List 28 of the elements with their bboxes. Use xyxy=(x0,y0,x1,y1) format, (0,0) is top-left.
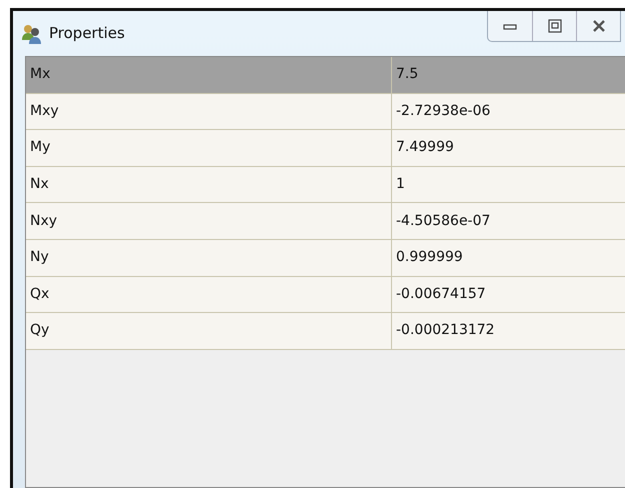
users-icon xyxy=(21,24,43,44)
property-row[interactable]: Mx 7.5 xyxy=(26,57,625,94)
property-value: -0.000213172 xyxy=(395,321,496,340)
property-row[interactable]: Ny 0.999999 xyxy=(26,240,625,277)
property-row[interactable]: Qx -0.00674157 xyxy=(26,276,625,314)
property-value: 1 xyxy=(395,175,406,194)
property-name: Nxy xyxy=(26,203,392,239)
property-name: Qx xyxy=(26,276,392,312)
property-name: Nx xyxy=(26,166,392,202)
property-row[interactable]: Mxy -2.72938e-06 xyxy=(26,94,625,130)
property-value: -4.50586e-07 xyxy=(395,212,492,231)
property-value: -2.72938e-06 xyxy=(395,102,492,121)
property-row[interactable]: Nxy -4.50586e-07 xyxy=(26,203,625,240)
property-value: -0.00674157 xyxy=(395,284,487,304)
property-row[interactable]: Nx 1 xyxy=(26,166,625,204)
property-name: My xyxy=(26,130,392,166)
property-name: Ny xyxy=(26,240,392,276)
property-row[interactable]: My 7.49999 xyxy=(26,130,625,167)
property-value: 0.999999 xyxy=(395,248,464,268)
property-row[interactable]: Qy -0.000213172 xyxy=(26,313,625,350)
window-title: Properties xyxy=(49,23,125,44)
restore-icon xyxy=(546,18,562,34)
property-value: 7.49999 xyxy=(395,138,455,158)
property-name: Mx xyxy=(26,57,392,93)
close-icon xyxy=(590,18,606,34)
property-name: Mxy xyxy=(26,94,392,130)
property-value: 7.5 xyxy=(395,65,420,84)
property-name: Qy xyxy=(26,313,392,349)
